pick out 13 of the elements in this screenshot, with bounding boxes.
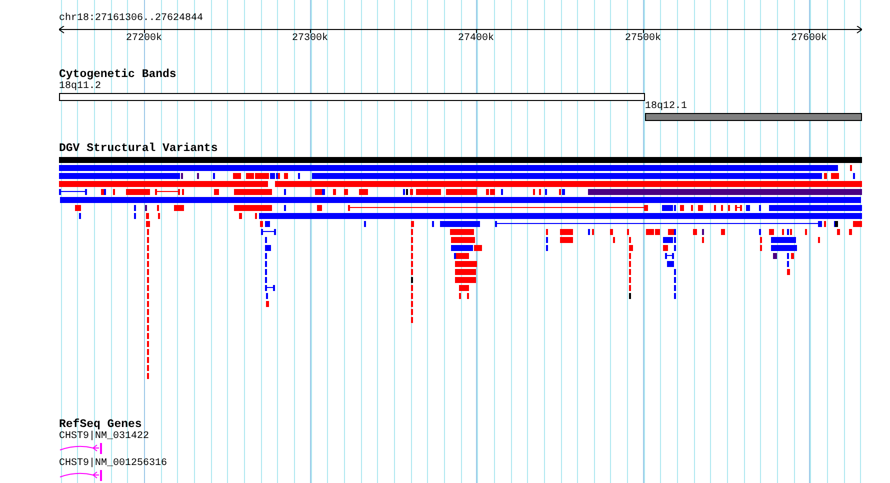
gene-label: CHST9|NM_001256316 xyxy=(59,458,168,470)
track-title: RefSeq Genes xyxy=(59,418,142,431)
tick-label: 27300k xyxy=(292,33,328,45)
track-title: DGV Structural Variants xyxy=(59,142,218,155)
tick-label: 27400k xyxy=(458,33,494,45)
gene-label: CHST9|NM_031422 xyxy=(59,431,150,443)
band-label: 18q11.2 xyxy=(59,81,102,93)
tick-label: 27500k xyxy=(625,33,661,45)
tick-label: 27200k xyxy=(126,33,162,45)
band-label: 18q12.1 xyxy=(645,101,688,113)
location-label: chr18:27161306..27624844 xyxy=(59,13,204,25)
tick-label: 27600k xyxy=(791,33,827,45)
track-title: Cytogenetic Bands xyxy=(59,68,176,81)
